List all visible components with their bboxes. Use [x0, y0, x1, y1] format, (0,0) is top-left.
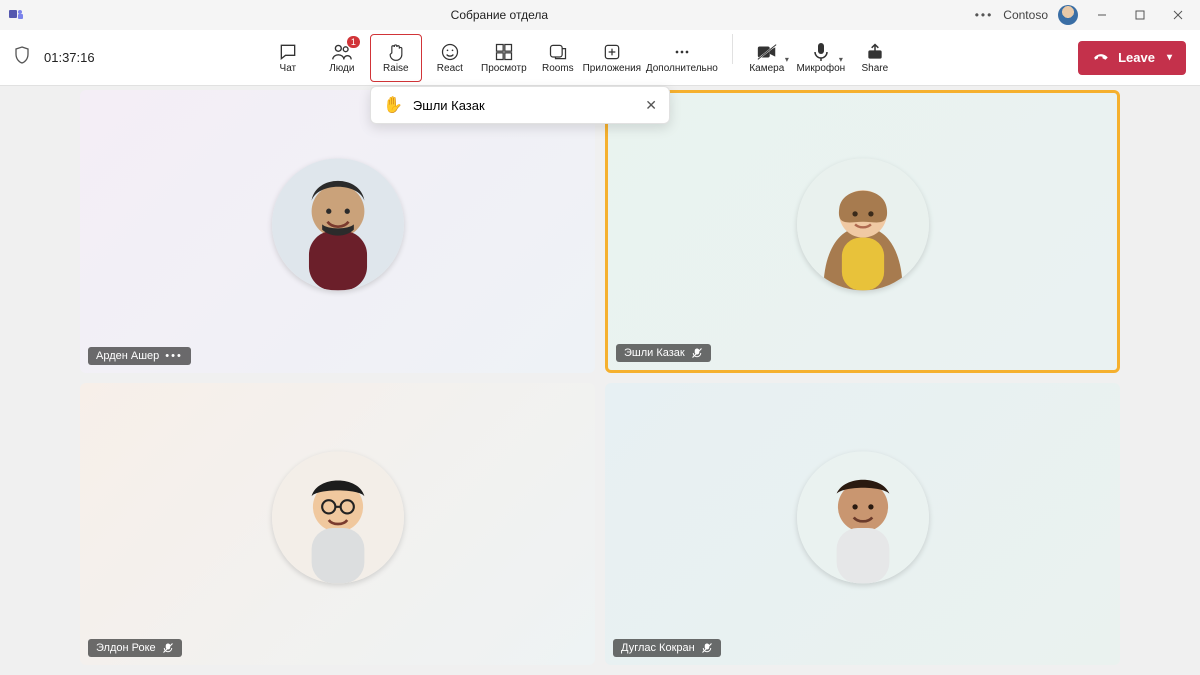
participant-nametag: Дуглас Кокран [613, 639, 721, 657]
participant-name: Арден Ашер [96, 350, 159, 362]
participant-tile[interactable]: Арден Ашер ••• [80, 90, 595, 373]
video-stage: ✋ Эшли Казак ✕ Арден Ашер ••• Эшли Казак… [0, 86, 1200, 675]
toolbar-divider [732, 34, 733, 64]
meeting-title: Собрание отдела [24, 8, 975, 22]
camera-button[interactable]: ▾ Камера [741, 34, 793, 82]
raised-hand-toast: ✋ Эшли Казак ✕ [370, 86, 670, 124]
avatar [272, 159, 404, 291]
titlebar-more-icon[interactable]: ••• [975, 8, 994, 22]
meeting-timer: 01:37:16 [44, 50, 95, 65]
rooms-label: Rooms [542, 63, 574, 74]
raise-hand-icon [386, 41, 406, 63]
chat-label: Чат [280, 63, 297, 74]
mic-off-icon [701, 642, 713, 654]
mic-off-icon [162, 642, 174, 654]
window-close-button[interactable] [1164, 5, 1192, 25]
apps-button[interactable]: Приложения [586, 34, 638, 82]
meeting-toolbar: 01:37:16 Чат 1 Люди Raise React Просмотр… [0, 30, 1200, 86]
raise-hand-button[interactable]: Raise [370, 34, 422, 82]
chat-button[interactable]: Чат [262, 34, 314, 82]
apps-label: Приложения [583, 63, 642, 74]
more-button[interactable]: Дополнительно [640, 34, 724, 82]
window-maximize-button[interactable] [1126, 5, 1154, 25]
hand-emoji-icon: ✋ [383, 95, 403, 115]
avatar [797, 451, 929, 583]
participant-tile[interactable]: Дуглас Кокран [605, 383, 1120, 666]
avatar [272, 451, 404, 583]
view-label: Просмотр [481, 63, 527, 74]
react-icon [440, 41, 460, 63]
participant-nametag: Эшли Казак [616, 344, 711, 362]
view-button[interactable]: Просмотр [478, 34, 530, 82]
teams-app-icon [8, 6, 24, 25]
share-icon [865, 41, 885, 63]
apps-icon [602, 41, 622, 63]
mic-label: Микрофон [796, 63, 845, 74]
more-icon [672, 41, 692, 63]
chat-icon [278, 41, 298, 63]
leave-button[interactable]: Leave ▾ [1078, 41, 1186, 75]
participant-name: Дуглас Кокран [621, 642, 695, 654]
mic-icon [812, 41, 830, 63]
chevron-down-icon: ▾ [839, 55, 843, 64]
close-icon[interactable]: ✕ [645, 97, 657, 114]
chevron-down-icon: ▾ [1167, 52, 1172, 63]
avatar [797, 159, 929, 291]
react-label: React [437, 63, 463, 74]
raise-label: Raise [383, 63, 409, 74]
participant-tile[interactable]: Элдон Роке [80, 383, 595, 666]
camera-off-icon [756, 41, 778, 63]
leave-label: Leave [1118, 50, 1155, 65]
share-label: Share [862, 63, 889, 74]
participant-name: Эшли Казак [624, 347, 685, 359]
rooms-button[interactable]: Rooms [532, 34, 584, 82]
share-button[interactable]: Share [849, 34, 901, 82]
people-button[interactable]: 1 Люди [316, 34, 368, 82]
chevron-down-icon: ▾ [785, 55, 789, 64]
more-icon[interactable]: ••• [165, 350, 183, 362]
react-button[interactable]: React [424, 34, 476, 82]
rooms-icon [548, 41, 568, 63]
more-label: Дополнительно [646, 63, 718, 74]
window-titlebar: Собрание отдела ••• Contoso [0, 0, 1200, 30]
shield-icon[interactable] [14, 46, 30, 69]
hangup-icon [1092, 47, 1110, 68]
org-name: Contoso [1003, 8, 1048, 22]
mic-off-icon [691, 347, 703, 359]
people-label: Люди [329, 63, 354, 74]
mic-button[interactable]: ▾ Микрофон [795, 34, 847, 82]
participant-nametag: Элдон Роке [88, 639, 182, 657]
camera-label: Камера [749, 63, 784, 74]
toast-name: Эшли Казак [413, 98, 485, 113]
participant-name: Элдон Роке [96, 642, 156, 654]
window-minimize-button[interactable] [1088, 5, 1116, 25]
view-icon [494, 41, 514, 63]
people-badge: 1 [347, 36, 360, 48]
participant-tile[interactable]: Эшли Казак [605, 90, 1120, 373]
participant-nametag: Арден Ашер ••• [88, 347, 191, 365]
current-user-avatar[interactable] [1058, 5, 1078, 25]
